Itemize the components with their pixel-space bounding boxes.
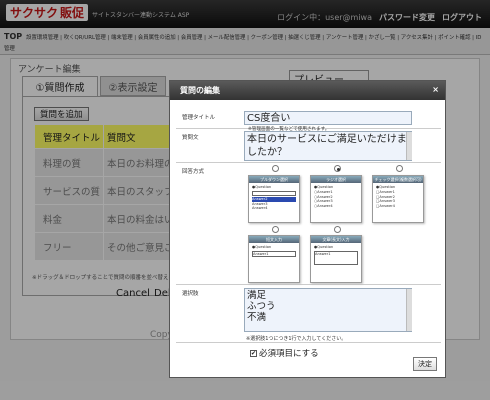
answer-type-card-checkbox[interactable]: チェック選択(複数選択可) ●Question □Answer1 □Answer… <box>372 175 424 223</box>
label-admin-title: 管理タイトル <box>182 115 216 121</box>
card-line: ●Question <box>314 245 334 249</box>
label-answer-type: 回答方式 <box>182 169 205 175</box>
answer-type-card-pulldown[interactable]: プルダウン選択 ●Question Answer2 Answer3 Answer… <box>248 175 300 223</box>
card-line: Answer1 <box>314 250 358 265</box>
answer-type-card-short-text[interactable]: 短文入力 ●Question Answer1 <box>248 235 300 283</box>
card-line: ●Question <box>252 185 272 189</box>
card-title: 文章(長文)入力 <box>311 236 361 243</box>
decide-button[interactable]: 決定 <box>413 357 437 371</box>
label-options: 選択肢 <box>182 291 199 297</box>
card-title: ラジオ選択 <box>311 176 361 183</box>
radio-long-text[interactable] <box>334 226 341 233</box>
pulldown-mini-icon <box>252 190 296 196</box>
card-line: ○Answer4 <box>314 204 333 209</box>
answer-type-card-radio[interactable]: ラジオ選択 ●Question ○Answer1 ○Answer2 ○Answe… <box>310 175 362 223</box>
label-question: 質問文 <box>182 135 199 141</box>
required-checkbox-row[interactable]: ✔ 必須項目にする <box>250 347 319 359</box>
edit-question-modal: 質問の編集 × 管理タイトル CS度合い ※管理画面の一覧などで使用されます。 … <box>169 80 446 378</box>
card-body: ●Question ○Answer1 ○Answer2 ○Answer3 ○An… <box>311 183 361 211</box>
required-label: 必須項目にする <box>259 349 319 359</box>
card-line: Answer1 <box>252 250 296 257</box>
question-scrollbar[interactable] <box>406 132 412 160</box>
radio-pulldown[interactable] <box>272 165 279 172</box>
card-body: ●Question Answer1 <box>249 243 299 260</box>
card-line: ●Question <box>252 245 272 249</box>
question-textarea[interactable]: 本日のサービスにご満足いただけましたか？ <box>244 131 412 161</box>
title-input[interactable]: CS度合い <box>244 111 412 125</box>
close-icon[interactable]: × <box>432 85 439 94</box>
required-checkbox[interactable]: ✔ <box>250 349 257 357</box>
answer-type-card-long-text[interactable]: 文章(長文)入力 ●Question Answer1 <box>310 235 362 283</box>
card-body: ●Question Answer1 <box>311 243 361 268</box>
radio-checkbox-select[interactable] <box>396 165 403 172</box>
card-body: ●Question □Answer1 □Answer2 □Answer3 □An… <box>373 183 423 211</box>
radio-short-text[interactable] <box>272 226 279 233</box>
options-note: ※選択肢1つにつき1行で入力してください。 <box>246 336 347 342</box>
card-title: チェック選択(複数選択可) <box>373 176 423 183</box>
options-scrollbar[interactable] <box>406 289 412 331</box>
card-line: Answer4 <box>252 206 268 211</box>
card-title: 短文入力 <box>249 236 299 243</box>
card-title: プルダウン選択 <box>249 176 299 183</box>
card-body: ●Question Answer2 Answer3 Answer4 <box>249 183 299 213</box>
card-line: □Answer4 <box>376 204 395 209</box>
modal-title: 質問の編集 <box>170 81 445 100</box>
radio-radio-select[interactable] <box>334 165 341 172</box>
options-textarea[interactable]: 満足 ふつう 不満 <box>244 288 412 332</box>
